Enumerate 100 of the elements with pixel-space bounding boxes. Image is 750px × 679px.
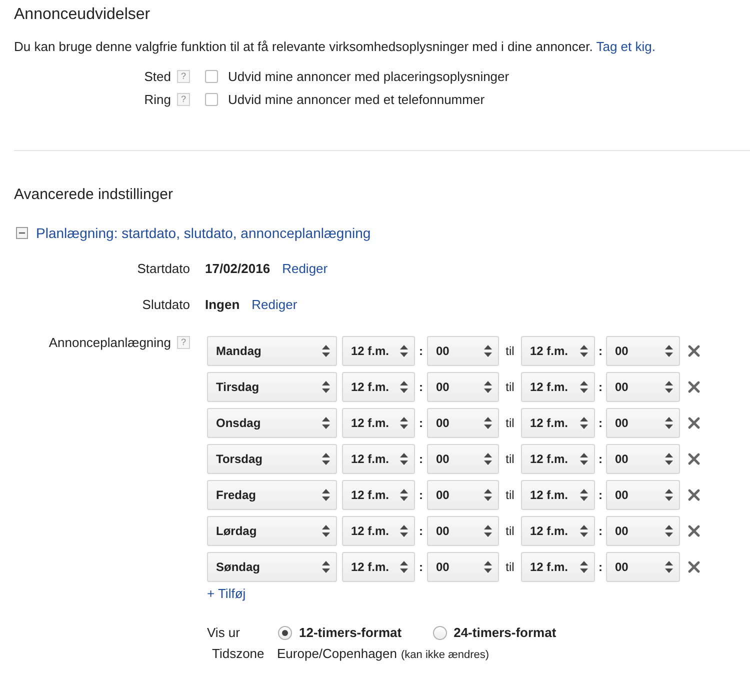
cross-icon [688,489,700,501]
remove-row-button[interactable] [688,489,700,501]
cross-icon [688,417,700,429]
up-down-arrows-icon [400,561,408,573]
time-separator: : [598,487,604,504]
hour-select[interactable]: 12 f.m. [342,516,415,546]
up-down-arrows-icon [322,561,330,573]
time-separator: : [598,523,604,540]
minute-select[interactable]: 00 [606,444,680,474]
time-separator: : [598,379,604,396]
day-select[interactable]: Torsdag [207,444,337,474]
add-link[interactable]: + Tilføj [207,585,246,603]
day-select[interactable]: Onsdag [207,408,337,438]
field-label: Tidszone [211,645,266,663]
hour-select[interactable]: 12 f.m. [342,372,415,402]
up-down-arrows-icon [665,489,673,501]
minute-select[interactable]: 00 [606,372,680,402]
radio-button[interactable] [432,626,447,640]
day-select[interactable]: Tirsdag [207,372,337,402]
range-label: til [504,487,516,504]
range-label: til [504,379,516,396]
minute-select[interactable]: 00 [427,552,499,582]
option-label: Ring [144,90,171,108]
day-select[interactable]: Fredag [207,480,337,510]
learn-more-link[interactable]: Tag et kig. [596,39,656,54]
remove-row-button[interactable] [688,453,700,465]
cross-icon [688,561,700,573]
section-title: Avancerede indstillinger [14,185,174,205]
up-down-arrows-icon [322,417,330,429]
minute-select[interactable]: 00 [427,336,499,366]
edit-link[interactable]: Rediger [282,260,328,278]
hour-select[interactable]: 12 f.m. [342,552,415,582]
time-separator: : [418,415,424,432]
hour-select[interactable]: 12 f.m. [521,480,595,510]
hour-select[interactable]: 12 f.m. [521,408,595,438]
up-down-arrows-icon [322,489,330,501]
checkbox[interactable] [205,70,218,83]
day-select[interactable]: Mandag [207,336,337,366]
remove-row-button[interactable] [688,345,700,357]
remove-row-button[interactable] [688,525,700,537]
radio-label: 24-timers-format [454,624,556,642]
time-separator: : [598,415,604,432]
day-select[interactable]: Lørdag [207,516,337,546]
section-toggle-link[interactable]: Planlægning: startdato, slutdato, annonceplanlægning [36,224,371,242]
minute-select[interactable]: 00 [606,552,680,582]
minute-select[interactable]: 00 [606,336,680,366]
checkbox-label: Udvid mine annoncer med placeringsoplysninger [228,68,510,86]
minute-select[interactable]: 00 [427,516,499,546]
minute-select[interactable]: 00 [427,444,499,474]
time-separator: : [418,559,424,576]
up-down-arrows-icon [484,453,492,465]
minute-select[interactable]: 00 [427,408,499,438]
hour-select[interactable]: 12 f.m. [342,408,415,438]
up-down-arrows-icon [580,345,588,357]
range-label: til [504,343,516,360]
remove-row-button[interactable] [688,417,700,429]
minute-select[interactable]: 00 [427,372,499,402]
hour-select[interactable]: 12 f.m. [521,444,595,474]
minute-select[interactable]: 00 [606,408,680,438]
range-label: til [504,559,516,576]
minus-box-icon[interactable] [16,227,28,239]
time-separator: : [598,343,604,360]
up-down-arrows-icon [580,561,588,573]
up-down-arrows-icon [322,453,330,465]
up-down-arrows-icon [484,525,492,537]
field-value: 17/02/2016 [205,260,270,278]
radio-button[interactable] [278,626,292,640]
up-down-arrows-icon [484,561,492,573]
up-down-arrows-icon [580,525,588,537]
hour-select[interactable]: 12 f.m. [521,516,595,546]
hour-select[interactable]: 12 f.m. [521,372,595,402]
minute-select[interactable]: 00 [427,480,499,510]
remove-row-button[interactable] [688,381,700,393]
minute-select[interactable]: 00 [606,516,680,546]
up-down-arrows-icon [400,525,408,537]
up-down-arrows-icon [665,453,673,465]
time-separator: : [598,559,604,576]
radio-label: 12-timers-format [299,624,402,642]
hour-select[interactable]: 12 f.m. [342,336,415,366]
up-down-arrows-icon [400,453,408,465]
time-separator: : [418,343,424,360]
time-separator: : [598,451,604,468]
checkbox[interactable] [205,93,218,106]
hour-select[interactable]: 12 f.m. [342,480,415,510]
up-down-arrows-icon [322,525,330,537]
hour-select[interactable]: 12 f.m. [521,552,595,582]
day-select[interactable]: Søndag [207,552,337,582]
hour-select[interactable]: 12 f.m. [521,336,595,366]
remove-row-button[interactable] [688,561,700,573]
up-down-arrows-icon [484,345,492,357]
field-note: (kan ikke ændres) [401,648,490,663]
up-down-arrows-icon [665,345,673,357]
section-title: Annonceudvidelser [14,5,152,25]
up-down-arrows-icon [665,525,673,537]
field-label: Slutdato [142,296,190,314]
range-label: til [504,451,516,468]
hour-select[interactable]: 12 f.m. [342,444,415,474]
edit-link[interactable]: Rediger [252,296,298,314]
minute-select[interactable]: 00 [606,480,680,510]
up-down-arrows-icon [484,489,492,501]
